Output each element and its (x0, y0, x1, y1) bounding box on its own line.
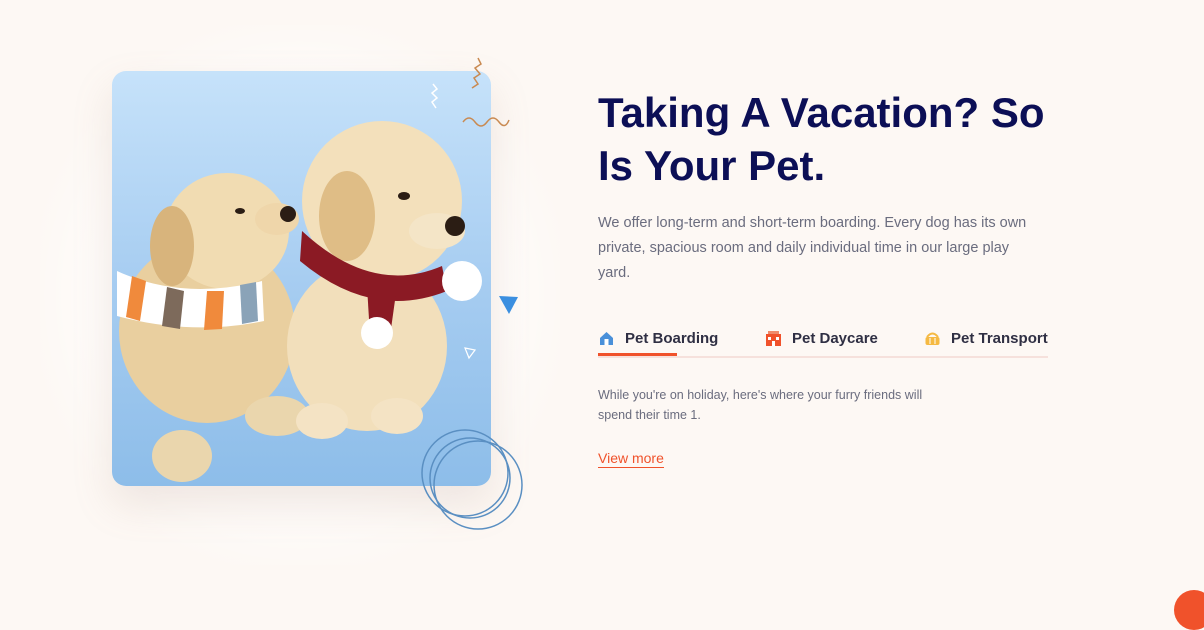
service-tabs: Pet Boarding Pet Daycare Pet Transport (598, 322, 1048, 358)
tab-label: Pet Transport (951, 329, 1048, 347)
active-tab-indicator (598, 353, 677, 356)
page-title: Taking A Vacation? So Is Your Pet. (598, 89, 1045, 189)
house-icon (600, 331, 613, 345)
right-puppy (287, 121, 482, 439)
tab-pet-daycare[interactable]: Pet Daycare (765, 327, 878, 349)
tab-label: Pet Boarding (625, 329, 719, 347)
scroll-to-top-button[interactable] (1174, 590, 1204, 630)
tab-pet-boarding[interactable]: Pet Boarding (598, 327, 718, 349)
view-more-link[interactable]: View more (598, 450, 664, 468)
building-icon (766, 330, 781, 346)
intro-text: We offer long-term and short-term boardi… (598, 215, 1027, 281)
basket-icon (925, 332, 940, 345)
puppies-photo (112, 71, 491, 486)
tab-description: While you're on holiday, here's where yo… (598, 388, 923, 422)
left-puppy (117, 173, 309, 482)
tab-pet-transport[interactable]: Pet Transport (924, 327, 1048, 349)
tab-label: Pet Daycare (792, 329, 878, 347)
